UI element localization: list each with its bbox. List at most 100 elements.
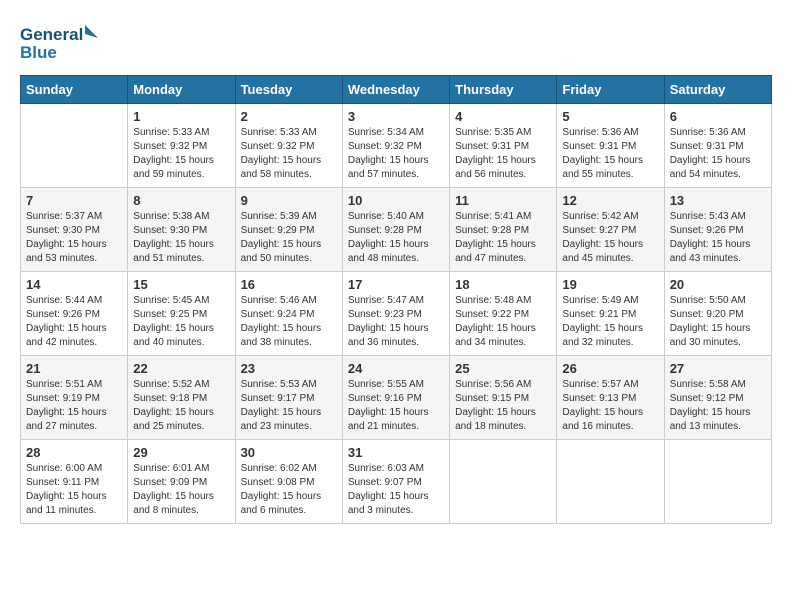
day-number: 5: [562, 109, 658, 124]
cell-content: Sunrise: 5:44 AM Sunset: 9:26 PM Dayligh…: [26, 294, 122, 350]
cell-content: Sunrise: 5:58 AM Sunset: 9:12 PM Dayligh…: [670, 378, 766, 434]
day-number: 24: [348, 361, 444, 376]
calendar-table: SundayMondayTuesdayWednesdayThursdayFrid…: [20, 75, 772, 524]
cell-content: Sunrise: 5:48 AM Sunset: 9:22 PM Dayligh…: [455, 294, 551, 350]
day-number: 28: [26, 445, 122, 460]
calendar-cell: 24 Sunrise: 5:55 AM Sunset: 9:16 PM Dayli…: [342, 356, 449, 440]
calendar-week-row: 28 Sunrise: 6:00 AM Sunset: 9:11 PM Dayli…: [21, 440, 772, 524]
day-number: 19: [562, 277, 658, 292]
day-number: 16: [241, 277, 337, 292]
cell-content: Sunrise: 6:01 AM Sunset: 9:09 PM Dayligh…: [133, 462, 229, 518]
cell-content: Sunrise: 5:53 AM Sunset: 9:17 PM Dayligh…: [241, 378, 337, 434]
calendar-cell: 15 Sunrise: 5:45 AM Sunset: 9:25 PM Dayli…: [128, 272, 235, 356]
cell-content: Sunrise: 5:42 AM Sunset: 9:27 PM Dayligh…: [562, 210, 658, 266]
cell-content: Sunrise: 6:03 AM Sunset: 9:07 PM Dayligh…: [348, 462, 444, 518]
cell-content: Sunrise: 5:55 AM Sunset: 9:16 PM Dayligh…: [348, 378, 444, 434]
day-number: 1: [133, 109, 229, 124]
calendar-cell: 6Sunrise: 5:36 AM Sunset: 9:31 PM Daylig…: [664, 104, 771, 188]
day-number: 3: [348, 109, 444, 124]
cell-content: Sunrise: 5:34 AM Sunset: 9:32 PM Dayligh…: [348, 126, 444, 182]
day-number: 20: [670, 277, 766, 292]
day-number: 11: [455, 193, 551, 208]
day-number: 30: [241, 445, 337, 460]
calendar-cell: [450, 440, 557, 524]
cell-content: Sunrise: 5:46 AM Sunset: 9:24 PM Dayligh…: [241, 294, 337, 350]
calendar-cell: 3 Sunrise: 5:34 AM Sunset: 9:32 PM Daylig…: [342, 104, 449, 188]
cell-content: Sunrise: 5:50 AM Sunset: 9:20 PM Dayligh…: [670, 294, 766, 350]
calendar-week-row: 21 Sunrise: 5:51 AM Sunset: 9:19 PM Dayli…: [21, 356, 772, 440]
day-number: 9: [241, 193, 337, 208]
cell-content: Sunrise: 5:36 AM Sunset: 9:31 PM Dayligh…: [562, 126, 658, 182]
cell-content: Sunrise: 6:02 AM Sunset: 9:08 PM Dayligh…: [241, 462, 337, 518]
calendar-cell: 9 Sunrise: 5:39 AM Sunset: 9:29 PM Daylig…: [235, 188, 342, 272]
cell-content: Sunrise: 5:36 AM Sunset: 9:31 PM Dayligh…: [670, 126, 766, 182]
day-number: 7: [26, 193, 122, 208]
cell-content: Sunrise: 5:40 AM Sunset: 9:28 PM Dayligh…: [348, 210, 444, 266]
cell-content: Sunrise: 5:45 AM Sunset: 9:25 PM Dayligh…: [133, 294, 229, 350]
cell-content: Sunrise: 5:52 AM Sunset: 9:18 PM Dayligh…: [133, 378, 229, 434]
logo-svg: GeneralBlue: [20, 20, 100, 65]
calendar-cell: [557, 440, 664, 524]
cell-content: Sunrise: 5:33 AM Sunset: 9:32 PM Dayligh…: [133, 126, 229, 182]
day-number: 25: [455, 361, 551, 376]
cell-content: Sunrise: 5:43 AM Sunset: 9:26 PM Dayligh…: [670, 210, 766, 266]
calendar-cell: 27 Sunrise: 5:58 AM Sunset: 9:12 PM Dayli…: [664, 356, 771, 440]
header-sunday: Sunday: [21, 76, 128, 104]
day-number: 4: [455, 109, 551, 124]
day-number: 26: [562, 361, 658, 376]
header-tuesday: Tuesday: [235, 76, 342, 104]
calendar-cell: 29 Sunrise: 6:01 AM Sunset: 9:09 PM Dayli…: [128, 440, 235, 524]
day-number: 17: [348, 277, 444, 292]
calendar-cell: 16 Sunrise: 5:46 AM Sunset: 9:24 PM Dayli…: [235, 272, 342, 356]
day-number: 13: [670, 193, 766, 208]
calendar-cell: 30 Sunrise: 6:02 AM Sunset: 9:08 PM Dayli…: [235, 440, 342, 524]
day-number: 21: [26, 361, 122, 376]
calendar-cell: 11 Sunrise: 5:41 AM Sunset: 9:28 PM Dayli…: [450, 188, 557, 272]
calendar-cell: [664, 440, 771, 524]
calendar-cell: 8 Sunrise: 5:38 AM Sunset: 9:30 PM Daylig…: [128, 188, 235, 272]
cell-content: Sunrise: 6:00 AM Sunset: 9:11 PM Dayligh…: [26, 462, 122, 518]
calendar-cell: 10 Sunrise: 5:40 AM Sunset: 9:28 PM Dayli…: [342, 188, 449, 272]
cell-content: Sunrise: 5:56 AM Sunset: 9:15 PM Dayligh…: [455, 378, 551, 434]
day-number: 27: [670, 361, 766, 376]
calendar-cell: 19 Sunrise: 5:49 AM Sunset: 9:21 PM Dayli…: [557, 272, 664, 356]
header-friday: Friday: [557, 76, 664, 104]
calendar-cell: 12 Sunrise: 5:42 AM Sunset: 9:27 PM Dayli…: [557, 188, 664, 272]
cell-content: Sunrise: 5:35 AM Sunset: 9:31 PM Dayligh…: [455, 126, 551, 182]
calendar-week-row: 1 Sunrise: 5:33 AM Sunset: 9:32 PM Daylig…: [21, 104, 772, 188]
header-saturday: Saturday: [664, 76, 771, 104]
cell-content: Sunrise: 5:41 AM Sunset: 9:28 PM Dayligh…: [455, 210, 551, 266]
cell-content: Sunrise: 5:49 AM Sunset: 9:21 PM Dayligh…: [562, 294, 658, 350]
calendar-cell: 7Sunrise: 5:37 AM Sunset: 9:30 PM Daylig…: [21, 188, 128, 272]
day-number: 29: [133, 445, 229, 460]
day-number: 23: [241, 361, 337, 376]
day-number: 8: [133, 193, 229, 208]
svg-text:Blue: Blue: [20, 43, 57, 62]
calendar-cell: [21, 104, 128, 188]
calendar-cell: 26 Sunrise: 5:57 AM Sunset: 9:13 PM Dayli…: [557, 356, 664, 440]
calendar-cell: 28 Sunrise: 6:00 AM Sunset: 9:11 PM Dayli…: [21, 440, 128, 524]
cell-content: Sunrise: 5:33 AM Sunset: 9:32 PM Dayligh…: [241, 126, 337, 182]
cell-content: Sunrise: 5:57 AM Sunset: 9:13 PM Dayligh…: [562, 378, 658, 434]
day-number: 2: [241, 109, 337, 124]
calendar-cell: 31Sunrise: 6:03 AM Sunset: 9:07 PM Dayli…: [342, 440, 449, 524]
svg-text:General: General: [20, 25, 83, 44]
cell-content: Sunrise: 5:39 AM Sunset: 9:29 PM Dayligh…: [241, 210, 337, 266]
calendar-cell: 25 Sunrise: 5:56 AM Sunset: 9:15 PM Dayli…: [450, 356, 557, 440]
day-number: 12: [562, 193, 658, 208]
calendar-cell: 22 Sunrise: 5:52 AM Sunset: 9:18 PM Dayli…: [128, 356, 235, 440]
calendar-cell: 21 Sunrise: 5:51 AM Sunset: 9:19 PM Dayli…: [21, 356, 128, 440]
day-number: 10: [348, 193, 444, 208]
calendar-cell: 1 Sunrise: 5:33 AM Sunset: 9:32 PM Daylig…: [128, 104, 235, 188]
calendar-week-row: 7Sunrise: 5:37 AM Sunset: 9:30 PM Daylig…: [21, 188, 772, 272]
day-number: 15: [133, 277, 229, 292]
calendar-cell: 17Sunrise: 5:47 AM Sunset: 9:23 PM Dayli…: [342, 272, 449, 356]
day-number: 22: [133, 361, 229, 376]
calendar-cell: 2 Sunrise: 5:33 AM Sunset: 9:32 PM Daylig…: [235, 104, 342, 188]
cell-content: Sunrise: 5:38 AM Sunset: 9:30 PM Dayligh…: [133, 210, 229, 266]
day-number: 18: [455, 277, 551, 292]
calendar-week-row: 14Sunrise: 5:44 AM Sunset: 9:26 PM Dayli…: [21, 272, 772, 356]
header-thursday: Thursday: [450, 76, 557, 104]
calendar-cell: 18 Sunrise: 5:48 AM Sunset: 9:22 PM Dayli…: [450, 272, 557, 356]
cell-content: Sunrise: 5:51 AM Sunset: 9:19 PM Dayligh…: [26, 378, 122, 434]
